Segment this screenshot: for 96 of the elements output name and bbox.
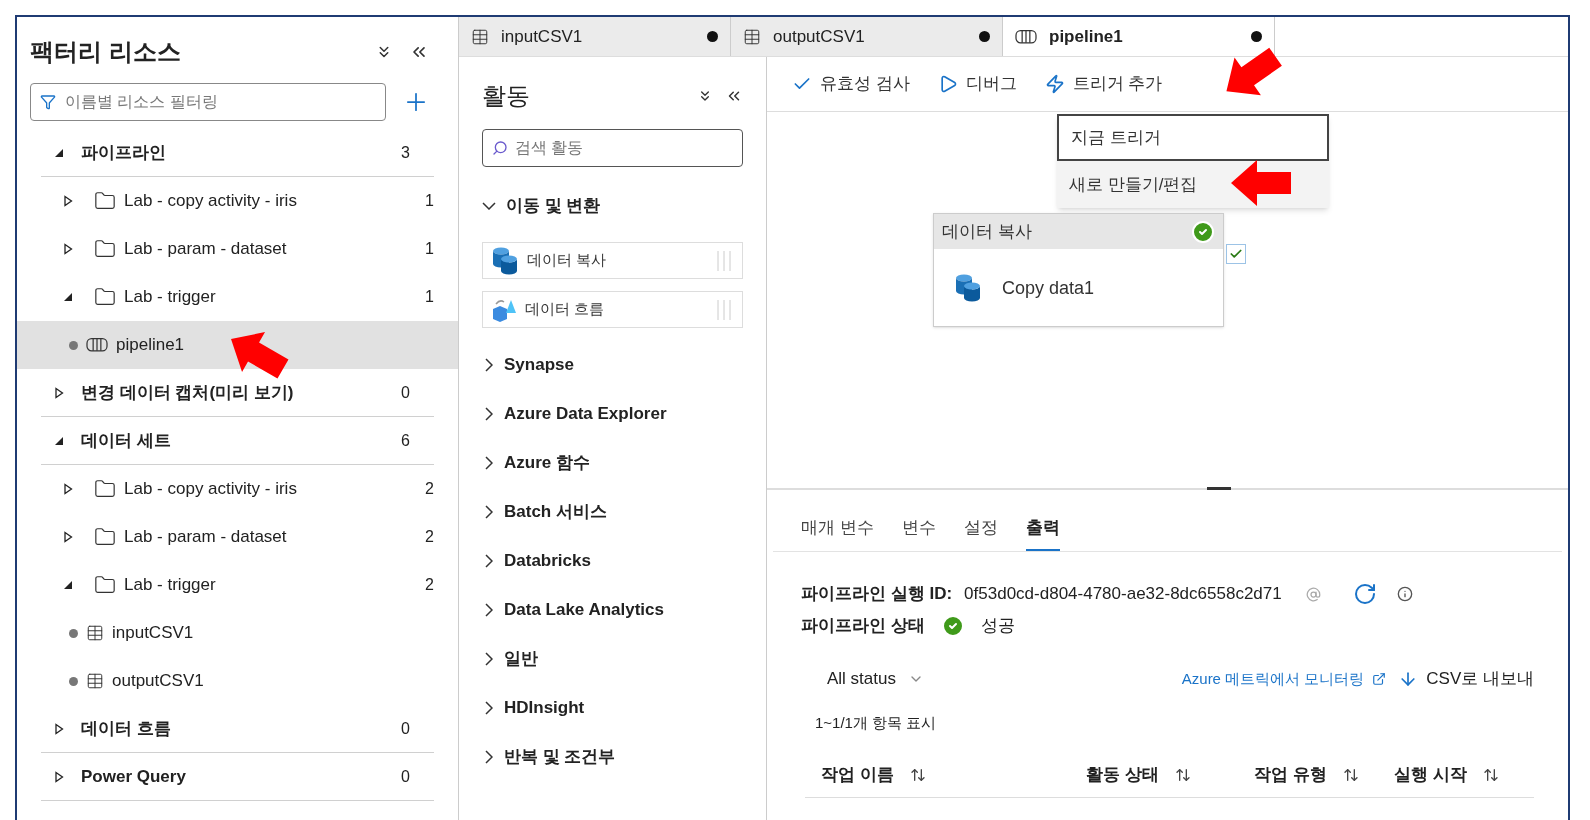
- menu-item[interactable]: 지금 트리거: [1057, 114, 1329, 161]
- activity-item[interactable]: 데이터 흐름: [482, 291, 743, 328]
- column-header[interactable]: 활동 상태: [1086, 761, 1255, 788]
- run-id-label: 파이프라인 실행 ID:: [801, 583, 953, 606]
- item-count: 2: [425, 527, 434, 547]
- group-label: Azure Data Explorer: [504, 402, 667, 425]
- item-count: 1: [425, 191, 434, 211]
- activity-group[interactable]: Synapse: [482, 340, 743, 389]
- item-count-text: 1~1/1개 항목 표시: [815, 713, 938, 733]
- tree-label: 파이프라인: [81, 141, 166, 164]
- group-label: 이동 및 변환: [506, 194, 601, 217]
- group-label: 반복 및 조건부: [504, 745, 616, 768]
- tree-label: Lab - trigger: [124, 574, 216, 597]
- item-count: 2: [425, 575, 434, 595]
- node-name: Copy data1: [1002, 276, 1095, 300]
- group-label: Azure 함수: [504, 451, 590, 474]
- node-header: 데이터 복사: [942, 220, 1032, 243]
- tree-label: 데이터 세트: [81, 429, 171, 452]
- group-label: Batch 서비스: [504, 500, 607, 523]
- activity-group[interactable]: 일반: [482, 634, 743, 683]
- tree-label: Lab - param - dataset: [124, 238, 287, 261]
- activity-group[interactable]: Azure Data Explorer: [482, 389, 743, 438]
- status-value: 성공: [980, 615, 1015, 638]
- activity-group[interactable]: HDInsight: [482, 683, 743, 732]
- item-count: 0: [401, 766, 410, 787]
- document-tab[interactable]: outputCSV1: [731, 17, 1003, 56]
- tree-item[interactable]: 파이프라인 3: [41, 129, 434, 177]
- column-header[interactable]: 작업 이름: [805, 761, 1087, 788]
- item-count: 2: [425, 479, 434, 499]
- toolbar-button[interactable]: 디버그: [937, 71, 1017, 97]
- activity-group[interactable]: Data Lake Analytics: [482, 585, 743, 634]
- activity-label: 데이터 복사: [527, 250, 607, 271]
- item-count: 1: [425, 287, 434, 307]
- tab-label: pipeline1: [1049, 25, 1123, 48]
- document-tab[interactable]: inputCSV1: [459, 17, 731, 56]
- status-dropdown[interactable]: All status: [827, 666, 924, 692]
- tree-item[interactable]: pipeline1: [17, 321, 458, 369]
- column-header[interactable]: 작업 유형: [1254, 761, 1394, 788]
- activity-label: 데이터 흐름: [525, 299, 605, 320]
- tree-item[interactable]: Lab - copy activity - iris 2: [17, 465, 458, 513]
- panel-title: 활동: [482, 81, 530, 111]
- column-header[interactable]: 실행 시작: [1394, 761, 1534, 788]
- activity-group[interactable]: 반복 및 조건부: [482, 732, 743, 781]
- tree-label: 변경 데이터 캡처(미리 보기): [81, 381, 294, 404]
- tree-item[interactable]: Power Query 0: [41, 753, 434, 801]
- tree-label: Lab - trigger: [124, 286, 216, 309]
- item-count: 1: [425, 239, 434, 259]
- group-label: Data Lake Analytics: [504, 598, 664, 621]
- group-label: HDInsight: [504, 696, 585, 719]
- group-label: 일반: [504, 647, 538, 670]
- tree-label: Lab - param - dataset: [124, 526, 287, 549]
- panel-tab[interactable]: 매개 변수: [801, 507, 874, 551]
- activity-node[interactable]: 데이터 복사 Copy data1: [933, 213, 1224, 327]
- activity-item[interactable]: 데이터 복사: [482, 242, 743, 279]
- tree-label: inputCSV1: [112, 622, 194, 645]
- tree-item[interactable]: inputCSV1: [17, 609, 458, 657]
- tree-label: 데이터 흐름: [81, 717, 171, 740]
- panel-tab[interactable]: 변수: [901, 507, 936, 551]
- group-label: Synapse: [504, 353, 574, 376]
- monitor-link[interactable]: Azure 메트릭에서 모니터링: [1181, 667, 1387, 691]
- tree-item[interactable]: outputCSV1: [17, 657, 458, 705]
- tree-label: Lab - copy activity - iris: [124, 478, 297, 501]
- item-count: 0: [401, 718, 410, 739]
- tab-label: outputCSV1: [773, 25, 865, 48]
- menu-item[interactable]: 새로 만들기/편집: [1057, 161, 1329, 208]
- tab-label: inputCSV1: [501, 25, 583, 48]
- tree-item[interactable]: Lab - trigger 2: [17, 561, 458, 609]
- toolbar-button[interactable]: 트리거 추가: [1044, 71, 1163, 97]
- tree-item[interactable]: Lab - copy activity - iris 1: [17, 177, 458, 225]
- panel-title: 팩터리 리소스: [30, 37, 181, 67]
- activity-group[interactable]: Batch 서비스: [482, 487, 743, 536]
- tree-label: Power Query: [81, 765, 186, 788]
- export-button[interactable]: CSV로 내보내: [1398, 666, 1534, 692]
- item-count: 3: [401, 142, 410, 163]
- run-id-value: 0f53d0cd-d804-4780-ae32-8dc6558c2d71: [964, 583, 1282, 606]
- tree-item[interactable]: Lab - param - dataset 2: [17, 513, 458, 561]
- tree-item[interactable]: 데이터 흐름 0: [41, 705, 434, 753]
- group-label: Databricks: [504, 549, 591, 572]
- status-label: 파이프라인 상태: [801, 615, 925, 638]
- tree-item[interactable]: 변경 데이터 캡처(미리 보기) 0: [41, 369, 434, 417]
- tree-label: pipeline1: [116, 334, 185, 357]
- tree-item[interactable]: Lab - param - dataset 1: [17, 225, 458, 273]
- search-field[interactable]: 검색 활동: [482, 129, 743, 167]
- activity-group[interactable]: Databricks: [482, 536, 743, 585]
- panel-tab[interactable]: 출력: [1025, 507, 1060, 551]
- item-count: 6: [401, 430, 410, 451]
- tree-item[interactable]: 데이터 세트 6: [41, 417, 434, 465]
- tree-label: outputCSV1: [112, 670, 204, 693]
- activity-group[interactable]: Azure 함수: [482, 438, 743, 487]
- filter-field[interactable]: 이름별 리소스 필터링: [30, 83, 386, 121]
- toolbar-button[interactable]: 유효성 검사: [792, 71, 910, 97]
- tree-item[interactable]: Lab - trigger 1: [17, 273, 458, 321]
- activity-group[interactable]: 이동 및 변환: [482, 181, 743, 230]
- tree-label: Lab - copy activity - iris: [124, 190, 297, 213]
- item-count: 0: [401, 382, 410, 403]
- panel-tab[interactable]: 설정: [963, 507, 998, 551]
